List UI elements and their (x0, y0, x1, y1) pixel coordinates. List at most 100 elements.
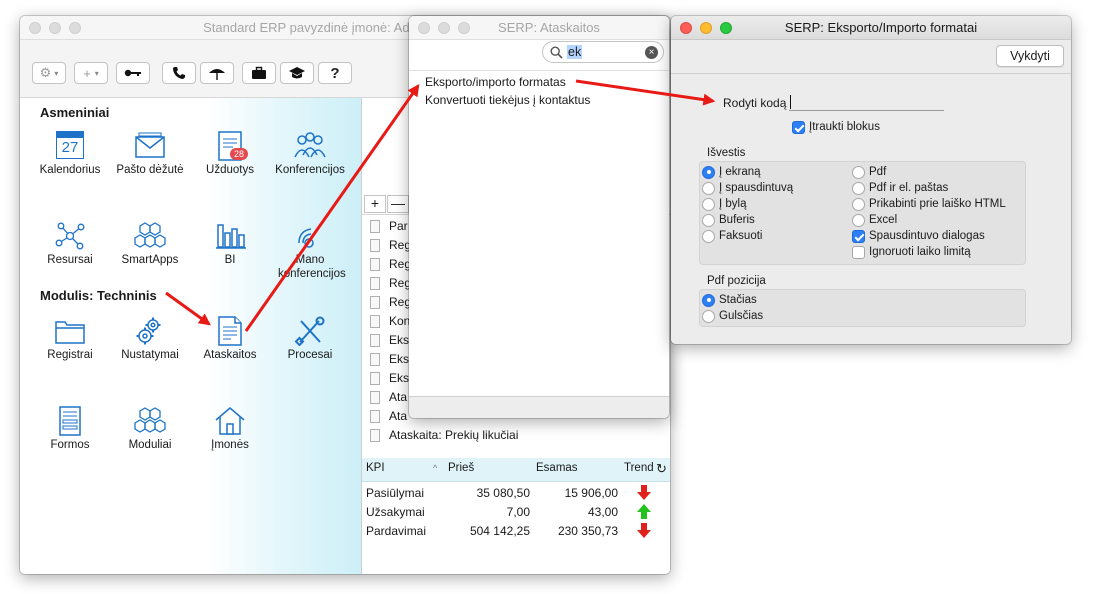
nav-registers[interactable]: Registrai (30, 316, 110, 362)
report-row[interactable]: Ata (370, 407, 407, 425)
report-result-convert-suppliers[interactable]: Konvertuoti tiekėjus į kontaktus (425, 93, 590, 107)
report-row[interactable]: Reg (370, 255, 411, 273)
ignore-time-limit-label: Ignoruoti laiko limitą (869, 246, 971, 258)
code-input[interactable] (789, 93, 944, 111)
report-row[interactable]: Reg (370, 293, 411, 311)
nav-bi-label: BI (224, 254, 236, 266)
before-column-header[interactable]: Prieš (448, 462, 474, 474)
report-result-export-import-format[interactable]: Eksporto/importo formatas (425, 75, 566, 89)
briefcase-button[interactable] (242, 62, 276, 84)
report-row[interactable]: Eks (370, 369, 409, 387)
checkbox-checked-icon (852, 229, 865, 243)
report-row[interactable]: Eks (370, 331, 409, 349)
output-fax-radio[interactable]: Faksuoti (702, 228, 762, 244)
nav-processes[interactable]: Procesai (270, 316, 350, 362)
graduation-button[interactable] (280, 62, 314, 84)
report-row[interactable]: Ataskaita: Prekių likučiai (370, 426, 518, 444)
radio-icon (702, 229, 715, 243)
nav-conferences[interactable]: Konferencijos (270, 131, 350, 177)
nav-processes-label: Procesai (287, 349, 333, 361)
radio-icon (852, 181, 865, 195)
section-personal: Asmeniniai (40, 105, 110, 120)
minimize-window-button[interactable] (438, 22, 450, 34)
output-pdf-email-radio[interactable]: Pdf ir el. paštas (852, 180, 948, 196)
key-button[interactable] (116, 62, 150, 84)
print-dialog-checkbox[interactable]: Spausdintuvo dialogas (852, 228, 985, 244)
report-search-value[interactable]: ek (567, 45, 583, 59)
kpi-row[interactable]: Užsakymai 7,00 43,00 (362, 503, 670, 521)
refresh-icon[interactable]: ↻ (656, 461, 667, 477)
broadcast-icon (293, 221, 327, 251)
current-column-header[interactable]: Esamas (536, 462, 578, 474)
output-excel-radio[interactable]: Excel (852, 212, 897, 228)
phone-button[interactable] (162, 62, 196, 84)
output-file-radio[interactable]: Į bylą (702, 196, 747, 212)
kpi-column-header[interactable]: KPI (366, 462, 385, 474)
minimize-window-button[interactable] (700, 22, 712, 34)
help-button[interactable]: ? (318, 62, 352, 84)
remove-report-button[interactable]: — (387, 195, 409, 213)
report-row[interactable]: Reg (370, 236, 411, 254)
nav-resources[interactable]: Resursai (30, 221, 110, 267)
output-pdf-radio[interactable]: Pdf (852, 164, 886, 180)
output-excel-label: Excel (869, 214, 898, 226)
output-group-title: Išvestis (707, 147, 746, 159)
report-row-label: Ataskaita: Prekių likučiai (389, 428, 519, 442)
close-window-button[interactable] (29, 22, 41, 34)
add-report-button[interactable]: + (364, 195, 386, 213)
report-search-field[interactable]: ek × (542, 41, 664, 63)
nav-mailbox-label: Pašto dėžutė (116, 164, 184, 176)
nav-settings[interactable]: Nustatymai (110, 316, 190, 362)
zoom-window-button[interactable] (458, 22, 470, 34)
document-icon (370, 238, 380, 252)
close-window-button[interactable] (680, 22, 692, 34)
kpi-row[interactable]: Pardavimai 504 142,25 230 350,73 (362, 522, 670, 540)
zoom-window-button[interactable] (720, 22, 732, 34)
nav-my-conferences[interactable]: Mano konferencijos (270, 221, 350, 281)
close-window-button[interactable] (418, 22, 430, 34)
output-buffer-radio[interactable]: Buferis (702, 212, 755, 228)
phone-icon (173, 67, 185, 79)
output-screen-radio[interactable]: Į ekraną (702, 164, 761, 180)
add-menu-button[interactable]: + ▾ (74, 62, 108, 84)
minimize-window-button[interactable] (49, 22, 61, 34)
report-row-label: Reg (389, 257, 412, 271)
umbrella-button[interactable] (200, 62, 234, 84)
report-row-label: Kon (389, 314, 411, 328)
report-row[interactable]: Par (370, 217, 408, 235)
trend-column-header[interactable]: Trend (624, 462, 654, 474)
report-row[interactable]: Eks (370, 350, 409, 368)
plus-icon: + (83, 65, 91, 81)
nav-forms[interactable]: Formos (30, 406, 110, 452)
nav-reports[interactable]: Ataskaitos (190, 316, 270, 362)
settings-menu-button[interactable]: ⚙ ▾ (32, 62, 66, 84)
nav-bi[interactable]: BI (190, 221, 270, 267)
pdf-landscape-radio[interactable]: Gulsčias (702, 308, 763, 324)
output-printer-radio[interactable]: Į spausdintuvą (702, 180, 793, 196)
kpi-row[interactable]: Pasiūlymai 35 080,50 15 906,00 (362, 484, 670, 502)
report-row[interactable]: Reg (370, 274, 411, 292)
run-button[interactable]: Vykdyti (996, 45, 1064, 67)
nav-smartapps[interactable]: SmartApps (110, 221, 190, 267)
nav-tasks[interactable]: 28 Užduotys (190, 131, 270, 177)
nav-modules-label: Moduliai (128, 439, 172, 451)
zoom-window-button[interactable] (69, 22, 81, 34)
module-hexagons-icon (133, 406, 167, 436)
nav-mailbox[interactable]: Pašto dėžutė (110, 131, 190, 177)
nav-companies[interactable]: Įmonės (190, 406, 270, 452)
output-attach-html-radio[interactable]: Prikabinti prie laiško HTML (852, 196, 1006, 212)
export-form: Rodyti kodą Įtraukti blokus Išvestis Į e… (671, 75, 1071, 344)
clear-search-icon[interactable]: × (645, 46, 658, 59)
output-pdf-label: Pdf (869, 166, 887, 178)
report-row[interactable]: Kon (370, 312, 410, 330)
ignore-time-limit-checkbox[interactable]: Ignoruoti laiko limitą (852, 244, 971, 260)
network-icon (53, 221, 87, 251)
chevron-down-icon: ▾ (54, 68, 59, 78)
pdf-portrait-radio[interactable]: Stačias (702, 292, 757, 308)
report-row[interactable]: Ata (370, 388, 407, 406)
nav-calendar[interactable]: 27 Kalendorius (30, 131, 110, 177)
include-blocks-checkbox[interactable]: Įtraukti blokus (792, 119, 880, 135)
nav-modules[interactable]: Moduliai (110, 406, 190, 452)
print-dialog-label: Spausdintuvo dialogas (869, 230, 985, 242)
kpi-name: Pardavimai (366, 524, 427, 538)
